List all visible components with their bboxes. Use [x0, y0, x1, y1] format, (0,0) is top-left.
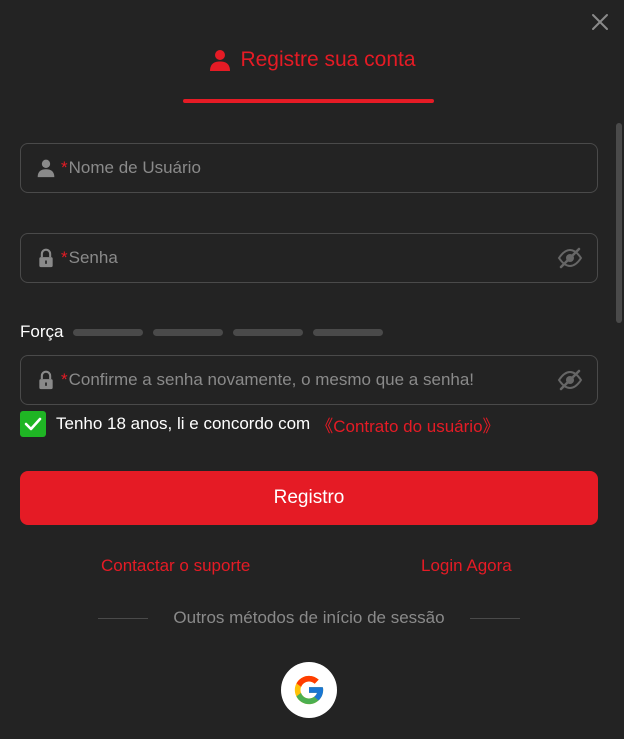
close-button[interactable] [588, 10, 612, 34]
strength-segment [313, 328, 384, 336]
strength-label: Força [20, 322, 64, 341]
user-contract-link[interactable]: 《Contrato do usuário》 [316, 412, 499, 437]
confirm-password-field[interactable]: * [20, 355, 598, 405]
google-login-button[interactable] [281, 662, 337, 718]
register-header: Registre sua conta [0, 48, 624, 72]
register-button[interactable]: Registro [20, 471, 598, 525]
google-icon [294, 675, 324, 705]
eye-off-icon[interactable] [557, 367, 583, 393]
confirm-password-input[interactable] [68, 356, 557, 404]
divider-line [470, 617, 520, 619]
password-field[interactable]: * [20, 233, 598, 283]
user-icon [37, 159, 55, 178]
required-mark: * [61, 248, 68, 267]
contact-support-link[interactable]: Contactar o suporte [101, 556, 250, 576]
eye-off-icon[interactable] [557, 245, 583, 271]
lock-icon [39, 248, 53, 268]
login-now-link[interactable]: Login Agora [421, 556, 512, 576]
password-input[interactable] [68, 234, 557, 282]
tab-underline [183, 99, 434, 103]
other-methods-divider: Outros métodos de início de sessão [98, 608, 520, 628]
page-title: Registre sua conta [240, 48, 416, 71]
other-methods-label: Outros métodos de início de sessão [173, 608, 445, 627]
username-input[interactable] [68, 144, 597, 192]
strength-segment [153, 328, 224, 336]
register-tab[interactable]: Registre sua conta [208, 48, 416, 72]
check-icon [24, 417, 42, 431]
password-strength: Força [20, 322, 393, 342]
terms-checkbox[interactable] [20, 411, 46, 437]
lock-icon [39, 370, 53, 390]
close-icon [592, 14, 608, 30]
required-mark: * [61, 370, 68, 389]
username-field[interactable]: * [20, 143, 598, 193]
terms-agreement: Tenho 18 anos, li e concordo com 《Contra… [20, 411, 500, 437]
required-mark: * [61, 158, 68, 177]
terms-text: Tenho 18 anos, li e concordo com [56, 414, 311, 433]
strength-segment [73, 328, 144, 336]
user-icon [210, 50, 231, 71]
divider-line [98, 617, 148, 619]
strength-segment [233, 328, 304, 336]
scrollbar-thumb[interactable] [616, 123, 622, 323]
